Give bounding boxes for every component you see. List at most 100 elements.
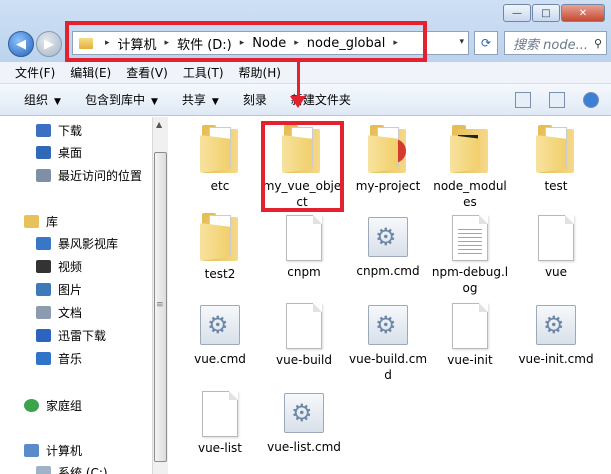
sidebar-item-videos[interactable]: 视频 bbox=[36, 257, 82, 275]
menu-tools[interactable]: 工具(T) bbox=[183, 64, 224, 81]
library-icon bbox=[24, 214, 39, 228]
back-button[interactable]: ◀ bbox=[8, 31, 34, 57]
sidebar-item-label: 系统 (C:) bbox=[58, 465, 108, 474]
file-name: vue-list.cmd bbox=[267, 440, 341, 454]
file-item[interactable]: vue-init bbox=[430, 301, 510, 368]
file-item[interactable]: node_modules bbox=[430, 125, 510, 210]
thunder-download-icon bbox=[36, 328, 51, 342]
view-controls bbox=[497, 92, 599, 108]
sidebar-item-computer[interactable]: 计算机 bbox=[24, 441, 82, 459]
menu-edit[interactable]: 编辑(E) bbox=[70, 64, 111, 81]
recent-places-icon bbox=[36, 168, 51, 182]
cmd-file-icon: ⚙ bbox=[200, 305, 240, 345]
help-icon[interactable] bbox=[583, 92, 599, 108]
file-item[interactable]: ⚙ vue-init.cmd bbox=[516, 301, 596, 367]
sidebar-item-homegroup[interactable]: 家庭组 bbox=[24, 396, 82, 414]
file-icon bbox=[286, 303, 322, 349]
file-icon bbox=[538, 215, 574, 261]
documents-icon bbox=[36, 305, 51, 319]
close-button[interactable]: ✕ bbox=[561, 4, 605, 22]
sidebar-item-pictures[interactable]: 图片 bbox=[36, 280, 82, 298]
file-item[interactable]: vue-build bbox=[264, 301, 344, 368]
search-input[interactable]: 搜索 node... ⚲ bbox=[504, 31, 607, 55]
minimize-button[interactable]: — bbox=[503, 4, 531, 22]
file-item[interactable]: vue bbox=[516, 213, 596, 280]
file-name: test bbox=[544, 179, 568, 193]
file-icon bbox=[202, 391, 238, 437]
folder-icon bbox=[200, 213, 240, 263]
maximize-button[interactable]: □ bbox=[532, 4, 560, 22]
cmd-file-icon: ⚙ bbox=[368, 217, 408, 257]
video-library-icon bbox=[36, 236, 51, 250]
sidebar-item-label: 最近访问的位置 bbox=[58, 168, 143, 183]
annotation-arrow-head bbox=[290, 96, 306, 108]
file-name: my-project bbox=[355, 179, 421, 193]
homegroup-icon bbox=[24, 398, 39, 412]
burn-button[interactable]: 刻录 bbox=[243, 91, 267, 108]
file-item[interactable]: my-project bbox=[348, 125, 428, 194]
sidebar-item-library[interactable]: 库 bbox=[24, 212, 58, 230]
file-name: npm-debug.log bbox=[431, 265, 509, 295]
view-options-icon[interactable] bbox=[515, 92, 531, 108]
sidebar-item-recent-places[interactable]: 最近访问的位置 bbox=[36, 166, 142, 184]
chevron-down-icon[interactable]: ▾ bbox=[459, 37, 464, 47]
sidebar-item-desktop[interactable]: 桌面 bbox=[36, 143, 82, 161]
file-name: vue-build bbox=[276, 353, 332, 367]
file-item[interactable]: ⚙ vue.cmd bbox=[180, 301, 260, 367]
file-name: cnpm bbox=[287, 265, 321, 279]
navigation-pane: 下载 桌面 最近访问的位置 库 暴风影视库 视频 图片 文档 迅雷下载 音乐 家… bbox=[0, 117, 152, 474]
preview-pane-icon[interactable] bbox=[549, 92, 565, 108]
refresh-icon: ⟳ bbox=[480, 36, 492, 50]
menu-file[interactable]: 文件(F) bbox=[15, 64, 55, 81]
folder-icon bbox=[450, 125, 490, 175]
menu-help[interactable]: 帮助(H) bbox=[239, 64, 281, 81]
file-name: test2 bbox=[204, 267, 236, 281]
sidebar-item-system-drive[interactable]: 系统 (C:) bbox=[36, 463, 108, 474]
arrow-right-icon: ▶ bbox=[44, 36, 54, 52]
desktop-icon bbox=[36, 145, 51, 159]
sidebar-item-label: 下载 bbox=[58, 123, 83, 138]
refresh-button[interactable]: ⟳ bbox=[474, 31, 498, 55]
file-item[interactable]: cnpm bbox=[264, 213, 344, 280]
sidebar-item-label: 桌面 bbox=[58, 145, 83, 160]
gear-icon: ⚙ bbox=[207, 311, 229, 339]
file-name: vue-build.cmd bbox=[348, 352, 428, 382]
include-in-library-button[interactable]: 包含到库中 ▼ bbox=[85, 91, 158, 108]
file-item[interactable]: ⚙ vue-build.cmd bbox=[348, 301, 428, 383]
sidebar-scrollbar[interactable]: ▲ ≡ bbox=[152, 117, 168, 474]
sidebar-item-video-library[interactable]: 暴风影视库 bbox=[36, 234, 118, 252]
file-item[interactable]: test2 bbox=[180, 213, 260, 282]
file-name: vue.cmd bbox=[194, 352, 246, 366]
arrow-left-icon: ◀ bbox=[16, 36, 26, 52]
file-item[interactable]: test bbox=[516, 125, 596, 194]
file-name: vue-init bbox=[447, 353, 493, 367]
sidebar-item-downloads[interactable]: 下载 bbox=[36, 121, 82, 139]
organize-label: 组织 bbox=[24, 93, 49, 107]
file-item[interactable]: etc bbox=[180, 125, 260, 194]
file-name: vue bbox=[544, 265, 568, 279]
sidebar-item-label: 文档 bbox=[58, 305, 83, 320]
organize-button[interactable]: 组织 ▼ bbox=[24, 91, 61, 108]
sidebar-item-thunder-download[interactable]: 迅雷下载 bbox=[36, 326, 106, 344]
file-name: vue-init.cmd bbox=[518, 352, 594, 366]
download-icon bbox=[36, 123, 51, 137]
sidebar-item-documents[interactable]: 文档 bbox=[36, 303, 82, 321]
scroll-up-icon[interactable]: ▲ bbox=[156, 120, 162, 129]
share-button[interactable]: 共享 ▼ bbox=[182, 91, 219, 108]
file-item[interactable]: vue-list bbox=[180, 389, 260, 456]
file-item[interactable]: ⚙ vue-list.cmd bbox=[264, 389, 344, 455]
sidebar-item-music[interactable]: 音乐 bbox=[36, 349, 82, 367]
search-icon[interactable]: ⚲ bbox=[594, 37, 602, 50]
menu-view[interactable]: 查看(V) bbox=[126, 64, 168, 81]
file-item[interactable]: npm-debug.log bbox=[430, 213, 510, 296]
chevron-down-icon: ▼ bbox=[211, 97, 219, 107]
sidebar-item-label: 暴风影视库 bbox=[58, 236, 119, 251]
search-placeholder: 搜索 node... bbox=[513, 37, 588, 53]
folder-icon bbox=[536, 125, 576, 175]
file-icon bbox=[286, 215, 322, 261]
file-name: node_modules bbox=[433, 179, 507, 209]
sidebar-item-label: 家庭组 bbox=[46, 398, 83, 413]
cmd-file-icon: ⚙ bbox=[368, 305, 408, 345]
forward-button[interactable]: ▶ bbox=[36, 31, 62, 57]
file-item[interactable]: ⚙ cnpm.cmd bbox=[348, 213, 428, 279]
